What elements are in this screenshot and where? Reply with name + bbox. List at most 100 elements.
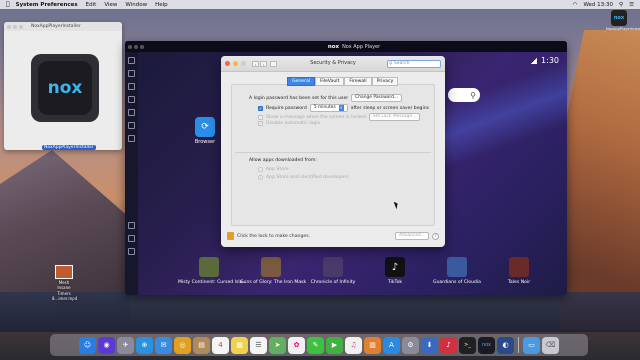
safari-icon[interactable]: ⊕ bbox=[136, 336, 153, 354]
downloads-icon[interactable]: ⬇ bbox=[421, 336, 438, 354]
nox-titlebar: nox Nox App Player bbox=[125, 41, 567, 52]
notes-icon[interactable]: ▦ bbox=[231, 336, 248, 354]
advanced-button[interactable]: Advanced... bbox=[395, 232, 429, 240]
sidebar-more-icon[interactable] bbox=[128, 135, 135, 142]
launchpad-icon[interactable]: ✈ bbox=[117, 336, 134, 354]
headphones-icon[interactable]: ♪ bbox=[440, 336, 457, 354]
minimize-button[interactable] bbox=[13, 24, 17, 29]
desktop-file-label-2: Timers 8...imer.mp4 bbox=[52, 291, 78, 301]
nox-icon[interactable]: nox bbox=[478, 336, 495, 354]
sidebar-location-icon[interactable] bbox=[128, 70, 135, 77]
sidebar-volume-down-icon[interactable] bbox=[128, 96, 135, 103]
app-tales-noir[interactable]: Tales Noir bbox=[488, 257, 550, 285]
installer-window-controls bbox=[7, 24, 23, 29]
sidebar-volume-up-icon[interactable] bbox=[128, 83, 135, 90]
allow-apps-heading: Allow apps downloaded from: bbox=[249, 158, 317, 163]
desktop-video-file[interactable]: Mesh Insane Timers 8...imer.mp4 bbox=[52, 265, 78, 301]
close-button[interactable] bbox=[225, 61, 230, 66]
nox-window-controls bbox=[128, 44, 144, 49]
calendar-icon[interactable]: 4 bbox=[212, 336, 229, 354]
browser-app[interactable]: ⟳ Browser bbox=[188, 117, 222, 145]
mail-icon[interactable]: ✉ bbox=[155, 336, 172, 354]
identified-developers-radio[interactable] bbox=[258, 175, 263, 180]
apple-menu-icon[interactable]:  bbox=[6, 1, 10, 8]
photos-icon[interactable]: ✿ bbox=[288, 336, 305, 354]
sidebar-screenshot-icon[interactable] bbox=[128, 57, 135, 64]
tab-privacy[interactable]: Privacy bbox=[371, 77, 399, 86]
misty-continent-icon bbox=[199, 257, 219, 277]
menu-view[interactable]: View bbox=[104, 2, 117, 8]
tab-filevault[interactable]: FileVault bbox=[315, 77, 345, 86]
reminders-icon[interactable]: ☰ bbox=[250, 336, 267, 354]
require-password-checkbox[interactable]: ✓ bbox=[258, 105, 263, 111]
appstore-icon[interactable]: A bbox=[383, 336, 400, 354]
finder-icon[interactable]: ☺ bbox=[79, 336, 96, 354]
app-chronicle-of-infinity[interactable]: Chronicle of Infinity bbox=[302, 257, 364, 285]
menu-app-name[interactable]: System Preferences bbox=[16, 2, 78, 8]
show-all-grid-icon[interactable] bbox=[270, 60, 277, 67]
nox-title: nox Nox App Player bbox=[328, 44, 380, 50]
menu-window[interactable]: Window bbox=[125, 2, 147, 8]
tab-general[interactable]: General bbox=[287, 77, 316, 86]
zoom-button[interactable] bbox=[241, 61, 246, 66]
google-search-bar[interactable]: ⚲ bbox=[448, 88, 480, 102]
installer-title: NoxAppPlayerInstaller bbox=[31, 24, 81, 29]
disable-auto-login-checkbox[interactable]: ✓ bbox=[258, 121, 263, 126]
search-input[interactable]: Search bbox=[387, 59, 441, 68]
security-privacy-window: ‹ › Search Security & Privacy General Fi… bbox=[221, 56, 445, 247]
menu-help[interactable]: Help bbox=[155, 2, 168, 8]
show-message-checkbox[interactable] bbox=[258, 114, 263, 120]
app-label: TikTok bbox=[387, 280, 403, 285]
zoom-button[interactable] bbox=[19, 24, 23, 29]
folder-icon[interactable]: ▭ bbox=[523, 336, 540, 354]
app-tiktok[interactable]: ♪ TikTok bbox=[364, 257, 426, 285]
nox-installer-icon[interactable]: nox bbox=[31, 54, 99, 122]
system-prefs-icon[interactable]: ⚙ bbox=[402, 336, 419, 354]
desktop-file-label-1: Mesh Insane bbox=[57, 280, 71, 290]
require-password-select[interactable]: 5 minutes ⇕ bbox=[309, 104, 348, 112]
sidebar-home-icon[interactable] bbox=[128, 235, 135, 242]
help-button[interactable]: ? bbox=[432, 232, 439, 240]
app-guns-of-glory[interactable]: Guns of Glory: The Iron Mask bbox=[240, 257, 306, 285]
multiplayer-icon[interactable]: ◐ bbox=[497, 336, 514, 354]
set-lock-message-button[interactable]: Set Lock Message... bbox=[368, 113, 421, 121]
close-button[interactable] bbox=[7, 24, 11, 29]
back-button[interactable]: ‹ bbox=[252, 60, 259, 67]
facetime-icon[interactable]: ▶ bbox=[326, 336, 343, 354]
messages-icon[interactable]: ✎ bbox=[307, 336, 324, 354]
maps-icon[interactable]: ➤ bbox=[269, 336, 286, 354]
menu-edit[interactable]: Edit bbox=[86, 2, 97, 8]
app-label: Misty Continent: Cursed Isla.. bbox=[178, 280, 246, 285]
sidebar-apk-icon[interactable] bbox=[128, 109, 135, 116]
chrome-icon[interactable]: ◎ bbox=[174, 336, 191, 354]
siri-icon[interactable]: ◉ bbox=[98, 336, 115, 354]
installer-file-label[interactable]: NoxAppPlayerInstaller bbox=[42, 145, 96, 150]
minimize-button[interactable] bbox=[134, 44, 138, 49]
forward-button[interactable]: › bbox=[260, 60, 267, 67]
sidebar-shake-icon[interactable] bbox=[128, 122, 135, 129]
sidebar-recent-icon[interactable] bbox=[128, 248, 135, 255]
app-guardians-of-cloudia[interactable]: Guardians of Cloudia bbox=[426, 257, 488, 285]
itunes-icon[interactable]: ♫ bbox=[345, 336, 362, 354]
spotlight-icon[interactable]: ⚲ bbox=[619, 2, 623, 8]
notification-center-icon[interactable]: ☰ bbox=[629, 2, 634, 8]
contacts-icon[interactable]: ▤ bbox=[193, 336, 210, 354]
terminal-icon[interactable]: >_ bbox=[459, 336, 476, 354]
trash-icon[interactable]: ⌫ bbox=[542, 336, 559, 354]
security-titlebar: ‹ › Search bbox=[221, 56, 445, 72]
lock-icon[interactable] bbox=[227, 232, 234, 240]
wifi-icon[interactable]: ◠ bbox=[573, 2, 578, 8]
books-icon[interactable]: ▥ bbox=[364, 336, 381, 354]
nox-title-text: Nox App Player bbox=[342, 43, 381, 50]
minimize-button[interactable] bbox=[233, 61, 238, 66]
close-button[interactable] bbox=[128, 44, 132, 49]
tab-firewall[interactable]: Firewall bbox=[344, 77, 372, 86]
sidebar-back-icon[interactable] bbox=[128, 222, 135, 229]
desktop-nox-installer[interactable]: nox NoxAppPlayerInstaller bbox=[606, 10, 640, 31]
browser-icon: ⟳ bbox=[195, 117, 215, 137]
app-store-radio[interactable] bbox=[258, 167, 263, 172]
clock[interactable]: Wed 13:30 bbox=[583, 2, 613, 8]
app-misty-continent[interactable]: Misty Continent: Cursed Isla.. bbox=[178, 257, 246, 285]
zoom-button[interactable] bbox=[140, 44, 144, 49]
change-password-button[interactable]: Change Password... bbox=[351, 94, 403, 102]
